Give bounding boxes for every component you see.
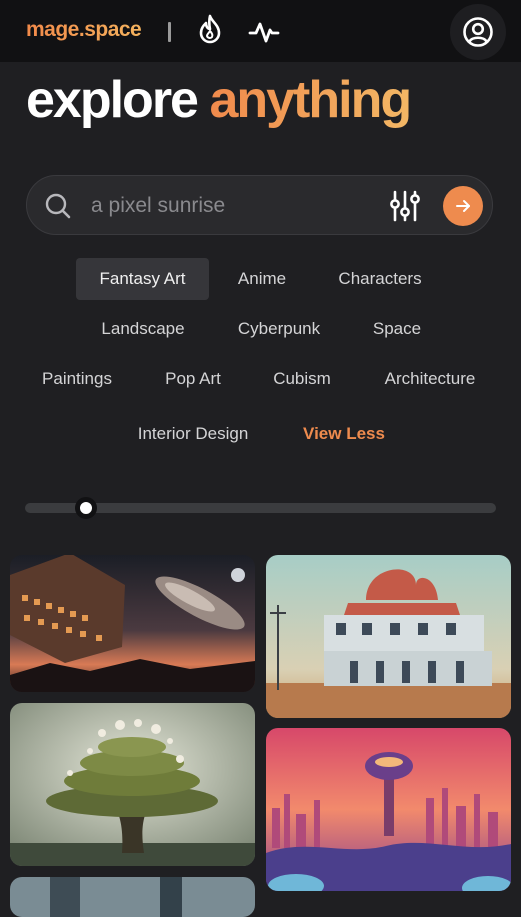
pulse-icon[interactable] [248,18,280,46]
category-chip-cubism[interactable]: Cubism [258,358,346,400]
category-chip-anime[interactable]: Anime [222,258,302,300]
category-chip-paintings[interactable]: Paintings [26,358,128,400]
category-chip-interior-design[interactable]: Interior Design [118,413,268,455]
title-word-explore: explore [26,71,199,129]
search-submit-button[interactable] [443,186,483,226]
category-chip-characters[interactable]: Characters [322,258,438,300]
title-word-anything: anything [209,71,412,129]
gallery-image [266,555,511,718]
gallery-card-partial[interactable] [10,877,255,917]
category-chip-cyberpunk[interactable]: Cyberpunk [220,308,338,350]
fire-icon[interactable] [197,14,223,44]
category-chip-pop-art[interactable]: Pop Art [150,358,236,400]
category-chip-landscape[interactable]: Landscape [84,308,202,350]
search-bar [26,175,493,235]
search-input[interactable] [89,190,383,222]
gallery-card-pink-city[interactable] [266,728,511,891]
header-divider [168,22,171,42]
user-circle-icon [463,17,493,47]
category-chip-space[interactable]: Space [358,308,436,350]
gallery-image [10,877,255,917]
search-icon [45,193,71,219]
gallery-card-spaceships[interactable] [10,555,255,692]
gallery-image [266,728,511,891]
top-bar: mage.space [0,0,521,62]
gallery-image [10,555,255,692]
view-less-link[interactable]: View Less [290,413,398,455]
sliders-icon[interactable] [388,189,422,223]
gallery-card-mushroom-tree[interactable] [10,703,255,866]
logo[interactable]: mage.space [26,18,142,42]
arrow-right-icon [456,200,470,212]
gallery-card-retro-building[interactable] [266,555,511,718]
gallery-image [10,703,255,866]
category-chip-architecture[interactable]: Architecture [366,358,494,400]
page-title: explore anything [26,70,412,130]
category-chip-fantasy-art[interactable]: Fantasy Art [76,258,209,300]
slider-thumb[interactable] [75,497,97,519]
profile-button[interactable] [450,4,506,60]
